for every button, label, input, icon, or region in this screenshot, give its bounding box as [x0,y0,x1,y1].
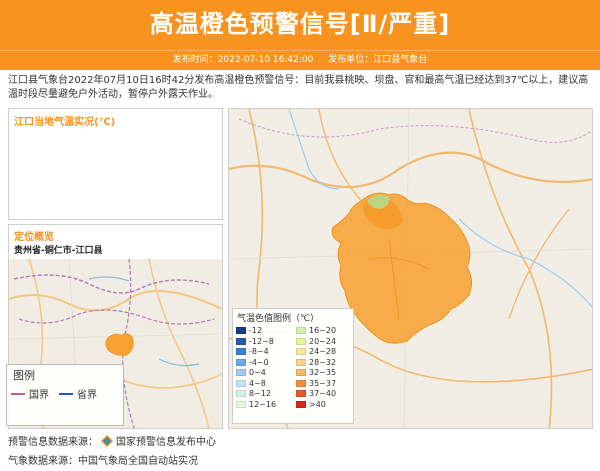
swatch-icon [296,327,306,335]
boundary-legend-title: 图例 [13,369,35,382]
warning-source-name[interactable]: 国家预警信息发布中心 [116,433,216,448]
legend-national-border: 国界 [11,386,49,401]
legend-item: 24~28 [296,347,356,357]
legend-item: 0~4 [236,368,296,378]
national-border-line-icon [11,392,25,395]
legend-item: >40 [296,400,356,410]
weather-source-label: 气象数据来源： [8,456,78,467]
swatch-icon [296,400,306,408]
weather-source-name: 中国气象局全国自动站实况 [78,456,198,467]
swatch-icon [236,390,246,398]
temperature-panel: 江口当地气温实况(℃) [8,108,223,220]
swatch-icon [236,379,246,387]
swatch-icon [296,337,306,345]
legend-item: 20~24 [296,337,356,347]
legend-item: -8~4 [236,347,296,357]
temperature-color-legend: 气温色值图例（℃） -12 16~20 -12~8 20~24 -8~4 24~… [232,308,354,424]
legend-item: 8~12 [236,389,296,399]
swatch-icon [236,369,246,377]
swatch-icon [296,348,306,356]
temperature-legend-title: 气温色值图例（℃） [237,314,320,324]
warning-center-logo-icon [101,434,113,447]
warning-description: 江口县气象台2022年07月10日16时42分发布高温橙色预警信号：目前我县桃映… [8,75,589,100]
legend-item: 35~37 [296,379,356,389]
legend-item: -12 [236,326,296,336]
legend-item: 12~16 [236,400,296,410]
warning-title-bar: 高温橙色预警信号[Ⅱ/严重] [0,0,600,50]
meta-bar: 发布时间：2022-07-10 16:42:00 发布单位：江口县气象台 [0,50,600,70]
boundary-legend: 图例 国界 省界 [6,364,124,426]
legend-item: -12~8 [236,337,296,347]
legend-item: 37~40 [296,389,356,399]
temperature-panel-title: 江口当地气温实况(℃) [14,117,116,128]
legend-item: 28~32 [296,358,356,368]
location-panel-title: 定位概览 [14,232,54,243]
legend-item: 16~20 [296,326,356,336]
swatch-icon [236,400,246,408]
legend-item: 32~35 [296,368,356,378]
swatch-icon [296,390,306,398]
legend-provincial-border: 省界 [59,386,97,401]
swatch-icon [236,348,246,356]
swatch-icon [296,369,306,377]
publisher: 发布单位：江口县气象台 [328,55,428,65]
provincial-border-line-icon [59,392,73,395]
swatch-icon [296,358,306,366]
warning-source-label: 预警信息数据来源： [8,437,98,448]
location-region: 贵州省-铜仁市-江口县 [14,246,103,256]
swatch-icon [236,337,246,345]
legend-item: 4~8 [236,379,296,389]
swatch-icon [236,358,246,366]
weather-source: 气象数据来源： 中国气象局全国自动站实况 [8,452,198,467]
legend-item: -4~0 [236,358,296,368]
swatch-icon [236,327,246,335]
swatch-icon [296,379,306,387]
publish-time: 发布时间：2022-07-10 16:42:00 [172,55,314,65]
warning-source: 预警信息数据来源： 国家预警信息发布中心 [8,433,216,448]
warning-title: 高温橙色预警信号[Ⅱ/严重] [149,10,451,38]
